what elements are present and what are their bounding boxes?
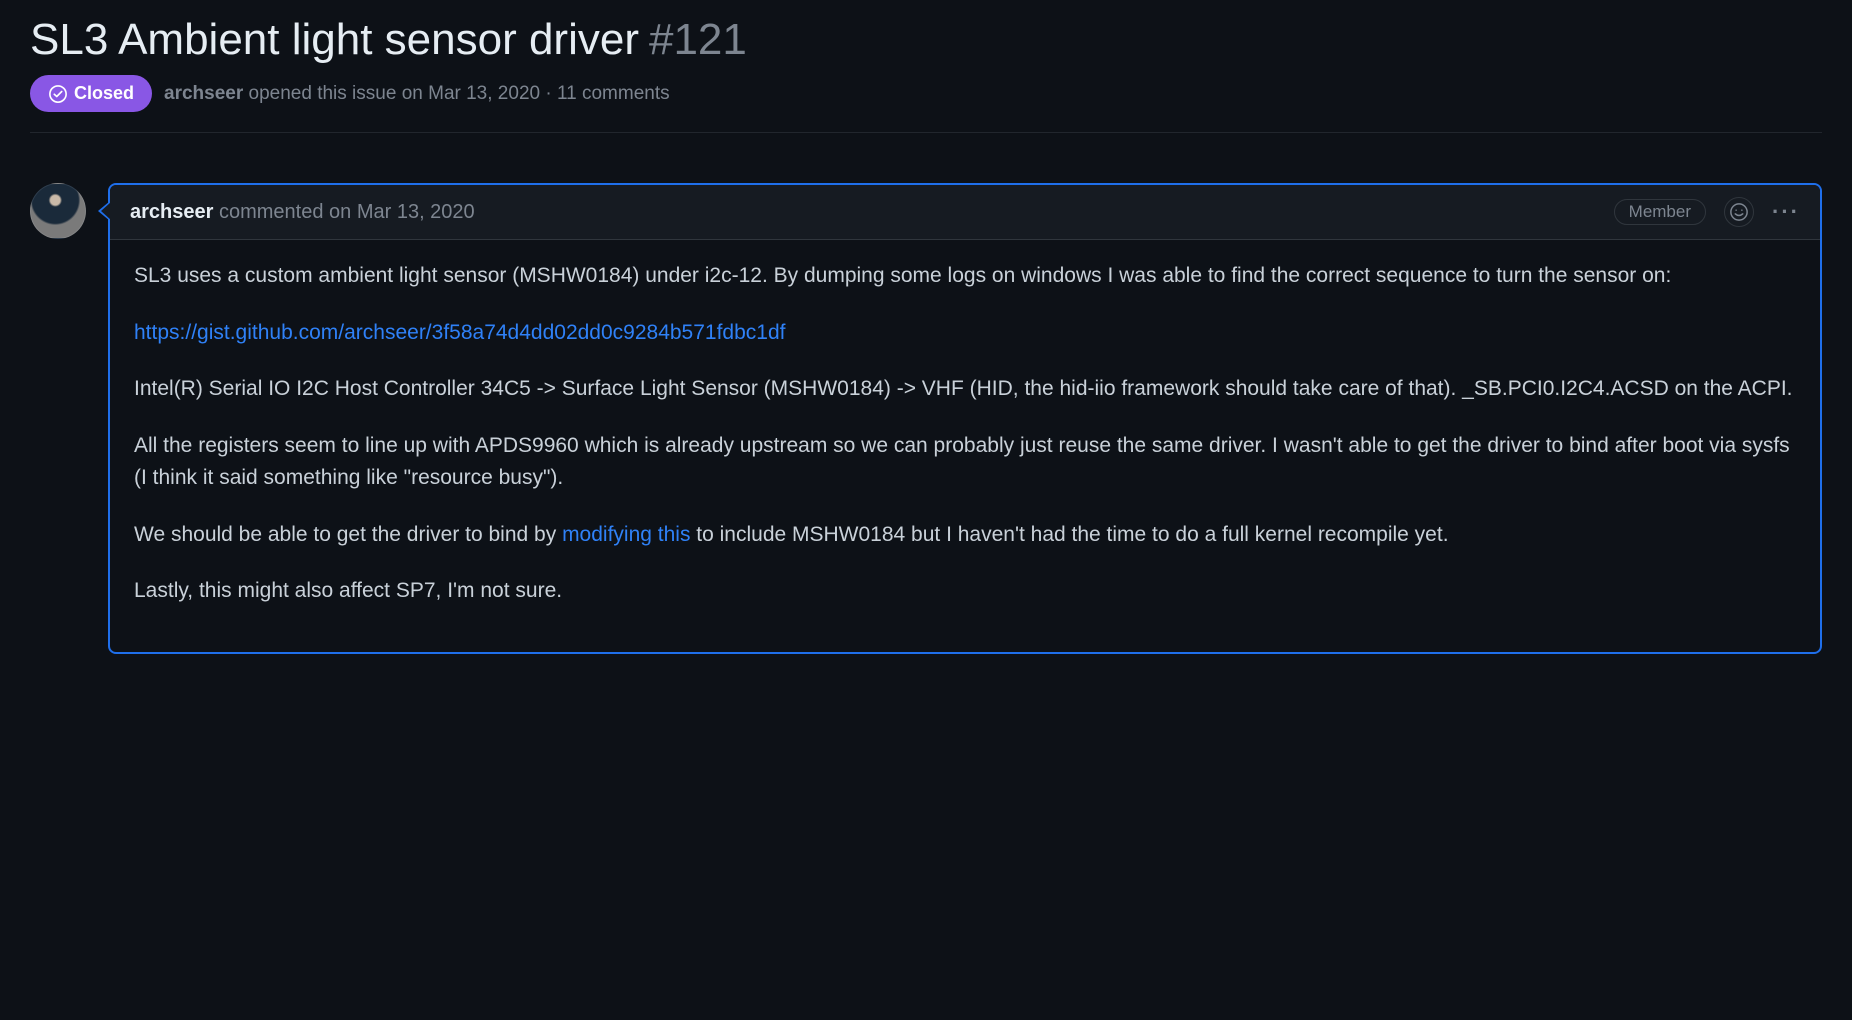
gist-link[interactable]: https://gist.github.com/archseer/3f58a74…: [134, 321, 785, 344]
status-badge: Closed: [30, 75, 152, 112]
comment-timestamp-link[interactable]: on Mar 13, 2020: [329, 201, 475, 223]
issue-meta-text: archseer opened this issue on Mar 13, 20…: [164, 83, 670, 105]
member-badge: Member: [1614, 199, 1706, 225]
comment-box: archseer commented on Mar 13, 2020 Membe…: [108, 183, 1822, 654]
issue-meta-row: Closed archseer opened this issue on Mar…: [30, 75, 1822, 133]
avatar[interactable]: [30, 183, 86, 239]
comment-p3: All the registers seem to line up with A…: [134, 430, 1796, 495]
comment-p4: We should be able to get the driver to b…: [134, 519, 1796, 552]
issue-number: #121: [649, 15, 747, 65]
issue-author-link[interactable]: archseer: [164, 83, 243, 104]
comment-p4b: to include MSHW0184 but I haven't had th…: [690, 523, 1448, 546]
comment-actions-button[interactable]: ···: [1772, 199, 1800, 225]
issue-meta-comments: 11 comments: [557, 83, 670, 104]
comment-body: SL3 uses a custom ambient light sensor (…: [110, 240, 1820, 652]
issue-meta-action: opened this issue: [243, 83, 401, 104]
comment-p5: Lastly, this might also affect SP7, I'm …: [134, 575, 1796, 608]
issue-meta-sep: ·: [540, 83, 557, 104]
modifying-link[interactable]: modifying this: [562, 523, 690, 546]
comment-header: archseer commented on Mar 13, 2020 Membe…: [110, 185, 1820, 240]
comment-p2: Intel(R) Serial IO I2C Host Controller 3…: [134, 373, 1796, 406]
comment-p1: SL3 uses a custom ambient light sensor (…: [134, 260, 1796, 293]
issue-title: SL3 Ambient light sensor driver: [30, 15, 639, 65]
comment-verb: commented: [213, 201, 329, 223]
comment-header-left: archseer commented on Mar 13, 2020: [130, 201, 475, 224]
check-circle-icon: [48, 84, 68, 104]
comment-author-link[interactable]: archseer: [130, 201, 213, 223]
issue-meta-date[interactable]: on Mar 13, 2020: [402, 83, 540, 104]
timeline: archseer commented on Mar 13, 2020 Membe…: [30, 133, 1822, 654]
issue-title-row: SL3 Ambient light sensor driver #121: [30, 15, 1822, 65]
kebab-icon: ···: [1772, 199, 1800, 225]
comment-p4a: We should be able to get the driver to b…: [134, 523, 562, 546]
smiley-icon: [1729, 202, 1749, 222]
status-badge-label: Closed: [74, 83, 134, 104]
add-reaction-button[interactable]: [1724, 197, 1754, 227]
comment-header-right: Member ···: [1614, 197, 1800, 227]
